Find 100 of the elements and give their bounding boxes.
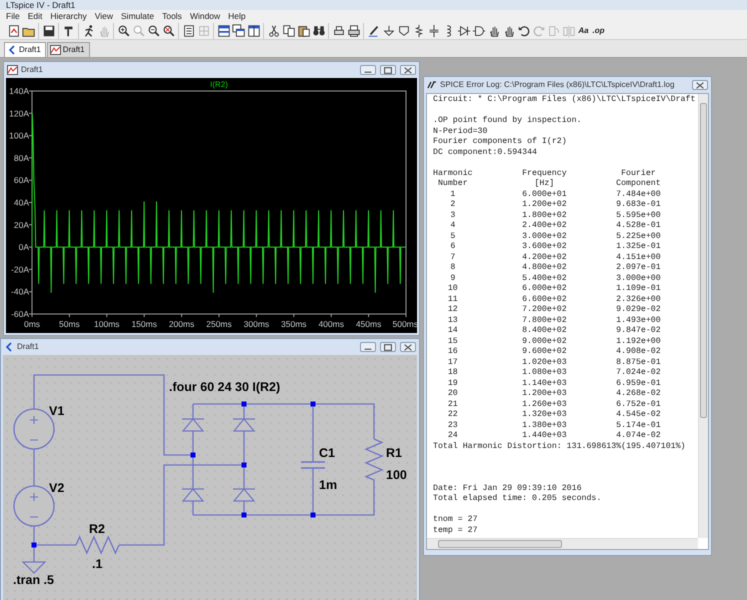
arrow-icon bbox=[4, 342, 14, 352]
close-icon bbox=[404, 66, 412, 74]
menu-item[interactable]: File bbox=[2, 10, 24, 22]
table-cell: 1.140e+03 bbox=[522, 378, 567, 389]
cut-icon[interactable] bbox=[266, 22, 281, 38]
printer-icon[interactable] bbox=[346, 22, 361, 38]
trace-label: I(R2) bbox=[210, 80, 228, 89]
diode-symbol bbox=[182, 418, 204, 432]
scroll-thumb[interactable] bbox=[700, 102, 707, 418]
copy-icon[interactable] bbox=[281, 22, 296, 38]
log-line: tnom = 27 bbox=[433, 515, 479, 526]
maximize-button[interactable] bbox=[380, 342, 396, 352]
menu-item[interactable]: Hierarchy bbox=[46, 10, 91, 22]
axis-label: 0A bbox=[18, 242, 29, 252]
new-schematic-icon[interactable] bbox=[6, 22, 21, 38]
axis-label: 350ms bbox=[281, 319, 307, 329]
table-cell: 6.752e-01 bbox=[616, 400, 661, 410]
zoom-out-icon[interactable] bbox=[146, 22, 161, 38]
spice-directive-button[interactable]: .op bbox=[591, 22, 606, 38]
window-title: SPICE Error Log: C:\Program Files (x86)\LTC\LTspiceIV\Draft1.log bbox=[440, 79, 674, 91]
table-cell: 1.493e+00 bbox=[616, 316, 661, 326]
table-cell: 2.400e+02 bbox=[522, 221, 567, 232]
table-cell-text: 13 bbox=[446, 316, 459, 326]
chart-icon bbox=[50, 45, 61, 55]
text-tool-button[interactable]: Aa bbox=[576, 22, 591, 38]
table-cell-text: 6 bbox=[449, 242, 456, 252]
table-cell: 6.959e-01 bbox=[616, 378, 661, 389]
document-tab[interactable]: Draft1 bbox=[4, 42, 46, 57]
maximize-button[interactable] bbox=[380, 65, 396, 75]
column-header: [Hz] bbox=[533, 179, 556, 190]
table-cell-text: 5 bbox=[449, 232, 456, 242]
axis-label: 0ms bbox=[24, 319, 40, 329]
table-cell: 3.000e+00 bbox=[616, 274, 661, 284]
ground-symbol bbox=[22, 561, 46, 574]
table-cell-text: 9 bbox=[449, 274, 456, 284]
cascade-icon[interactable] bbox=[231, 22, 246, 38]
column-header: Frequency bbox=[522, 168, 567, 179]
axis-label: -40A bbox=[11, 286, 29, 297]
menu-item[interactable]: Help bbox=[224, 10, 250, 22]
arrow-icon bbox=[7, 45, 17, 55]
window-title: LTspice IV - Draft1 bbox=[0, 0, 747, 10]
spice-directive: .four 60 24 30 I(R2) bbox=[169, 380, 280, 394]
menu-item[interactable]: Window bbox=[186, 10, 224, 22]
table-cell-text: 16 bbox=[446, 347, 459, 358]
close-button[interactable] bbox=[692, 80, 708, 90]
zoom-fit-icon[interactable] bbox=[161, 22, 176, 38]
autorange-icon[interactable] bbox=[181, 22, 196, 38]
table-cell: 9.600e+02 bbox=[522, 347, 567, 358]
table-cell: 9.683e-01 bbox=[616, 200, 661, 210]
component-label: R2 bbox=[89, 522, 105, 536]
minimize-button[interactable] bbox=[360, 342, 376, 352]
menu-item[interactable]: Edit bbox=[24, 10, 46, 22]
close-button[interactable] bbox=[400, 65, 416, 75]
zoom-in-icon[interactable] bbox=[116, 22, 131, 38]
horizontal-scrollbar[interactable] bbox=[427, 538, 698, 549]
column-header: Harmonic bbox=[433, 168, 473, 179]
close-icon bbox=[404, 344, 412, 350]
table-cell: 1.080e+03 bbox=[522, 368, 567, 378]
table-cell-text: 4 bbox=[449, 221, 456, 232]
scroll-thumb[interactable] bbox=[438, 540, 562, 548]
table-cell: 4.800e+02 bbox=[522, 263, 567, 274]
table-cell: 1.192e+00 bbox=[616, 336, 661, 347]
table-cell: 2.097e-01 bbox=[616, 263, 661, 274]
axis-label: 450ms bbox=[356, 319, 382, 329]
table-cell: 1.109e-01 bbox=[616, 284, 661, 294]
resistor-symbol bbox=[75, 535, 120, 555]
table-cell: 1.320e+03 bbox=[522, 410, 567, 420]
table-cell-text: 19 bbox=[446, 378, 459, 389]
table-cell: 7.484e+00 bbox=[616, 190, 661, 200]
table-cell-text: 8 bbox=[449, 263, 456, 274]
log-line: Total Harmonic Distortion: 131.698613%(195.407101%) bbox=[433, 442, 686, 452]
minimize-button[interactable] bbox=[360, 65, 376, 75]
axis-label: 40A bbox=[14, 198, 29, 208]
table-cell: 7.024e-02 bbox=[616, 368, 661, 378]
axis-label: 300ms bbox=[244, 319, 270, 329]
log-line: Circuit: * C:\Program Files (x86)\LTC\LTspiceIV\Draft bbox=[433, 95, 696, 106]
table-cell-text: 7 bbox=[449, 252, 456, 263]
vertical-scrollbar[interactable] bbox=[698, 94, 708, 538]
tile-vertical-icon[interactable] bbox=[246, 22, 261, 38]
chart-icon bbox=[7, 65, 18, 75]
document-tab[interactable]: Draft1 bbox=[46, 42, 90, 57]
menu-item[interactable]: Tools bbox=[158, 10, 186, 22]
table-cell: 4.200e+02 bbox=[522, 252, 567, 263]
table-cell: 1.380e+03 bbox=[522, 420, 567, 431]
table-cell: 4.151e+00 bbox=[616, 252, 661, 263]
table-cell: 4.268e-02 bbox=[616, 389, 661, 400]
table-cell: 6.600e+02 bbox=[522, 294, 567, 305]
component-label: V2 bbox=[49, 481, 64, 495]
maximize-icon bbox=[384, 344, 392, 350]
tile-horizontal-icon[interactable] bbox=[216, 22, 231, 38]
table-cell-text: 14 bbox=[446, 326, 459, 336]
table-cell: 1.260e+03 bbox=[522, 400, 567, 410]
menu-item[interactable]: View bbox=[90, 10, 118, 22]
table-cell: 1.200e+02 bbox=[522, 200, 567, 210]
table-cell: 4.074e-02 bbox=[616, 431, 661, 442]
close-button[interactable] bbox=[400, 342, 416, 352]
table-cell: 8.400e+02 bbox=[522, 326, 567, 336]
table-cell: 4.528e-01 bbox=[616, 221, 661, 232]
menu-item[interactable]: Simulate bbox=[117, 10, 158, 22]
table-cell: 6.000e+01 bbox=[522, 190, 567, 200]
